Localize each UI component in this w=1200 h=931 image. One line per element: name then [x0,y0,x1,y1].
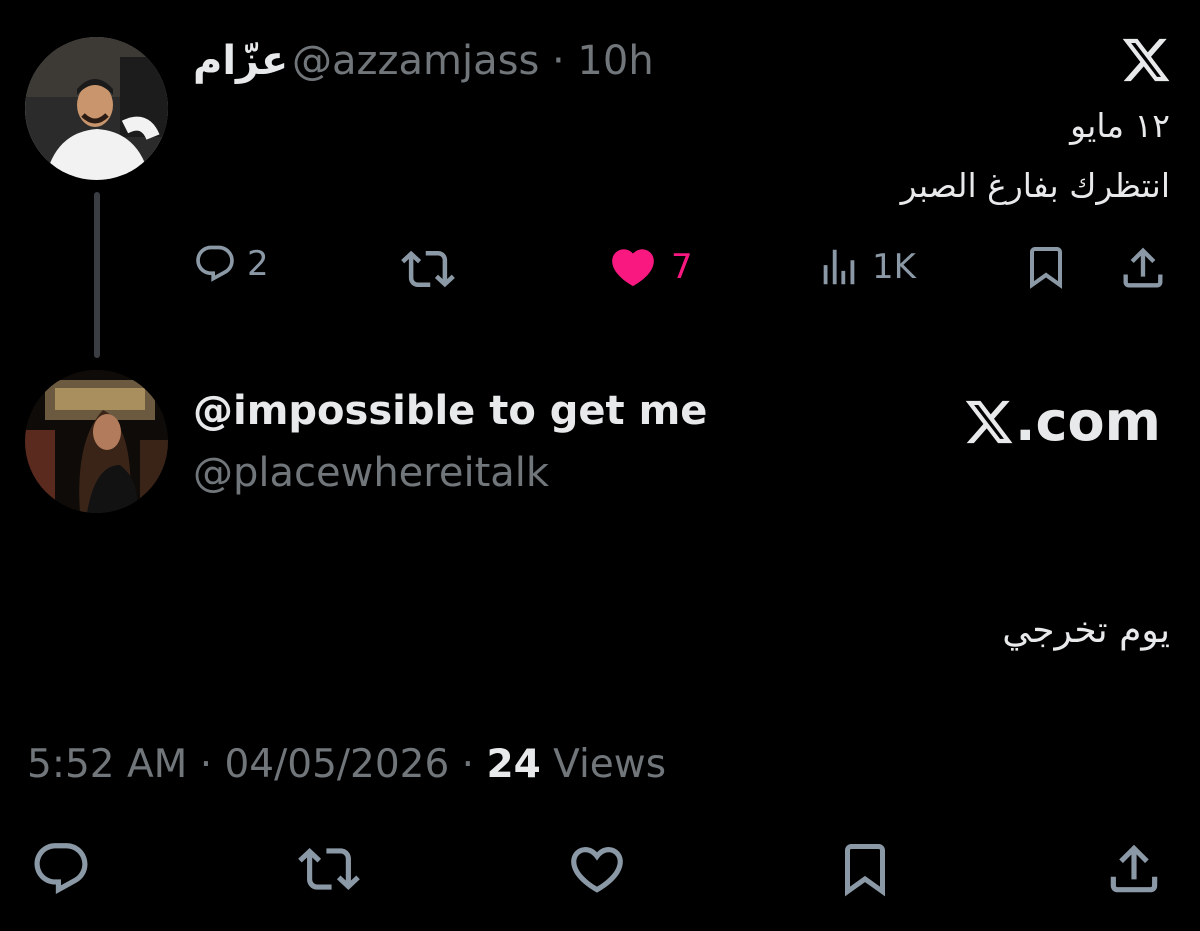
tweet2-timestamp[interactable]: 5:52 AM · 04/05/2026 · [27,742,486,787]
retweet-icon [401,250,455,288]
reply-button[interactable] [30,838,92,900]
tweet1-reply-count: 2 [247,244,269,284]
tweet1-handle-time[interactable]: @azzamjass · 10h [292,38,654,84]
tweet2-views-label: Views [540,742,667,787]
share-icon [1123,247,1163,288]
tweet1-views-count: 1K [872,247,916,287]
tweet1-text-line1: ١٢ مايو [1070,106,1170,145]
tweet1-share-button[interactable] [1115,242,1171,294]
x-com-watermark: .com [963,390,1161,453]
bookmark-icon [845,844,885,897]
tweet2-text: يوم تخرجي [1002,610,1170,651]
heart-outline-icon [571,847,623,893]
bookmark-icon [1030,247,1062,289]
tweet1-like-count: 7 [671,247,693,287]
thread-connector-line [94,192,100,358]
heart-icon [612,249,654,287]
share-icon [1110,844,1158,893]
tweet1-like-button[interactable]: 7 [605,242,693,292]
avatar-impossible[interactable] [25,370,168,513]
x-com-text: .com [1015,390,1161,453]
tweet1-views-button[interactable]: 1K [816,242,916,292]
bookmark-button[interactable] [835,838,895,900]
tweet1-display-name[interactable]: عزّام [193,38,288,84]
x-logo-icon [1120,34,1172,86]
tweet1-text-line2: انتظرك بفارغ الصبر [900,166,1170,205]
tweet2-views-number: 24 [486,742,541,787]
tweet1-retweet-button[interactable] [396,242,460,296]
tweet2-meta: 5:52 AM · 04/05/2026 · 24 Views [27,742,666,787]
reply-icon [196,245,234,282]
tweet1-bookmark-button[interactable] [1022,242,1070,292]
reply-icon [34,843,88,895]
like-button[interactable] [565,838,629,900]
views-icon [823,249,855,285]
tweet2-display-name[interactable]: @impossible to get me [193,388,707,434]
avatar-azzam[interactable] [25,37,168,180]
x-logo-icon [965,400,1013,443]
share-button[interactable] [1103,838,1165,900]
retweet-icon [298,848,360,890]
tweet1-reply-button[interactable]: 2 [193,242,269,286]
tweet2-handle[interactable]: @placewhereitalk [193,450,549,496]
retweet-button[interactable] [295,838,363,900]
